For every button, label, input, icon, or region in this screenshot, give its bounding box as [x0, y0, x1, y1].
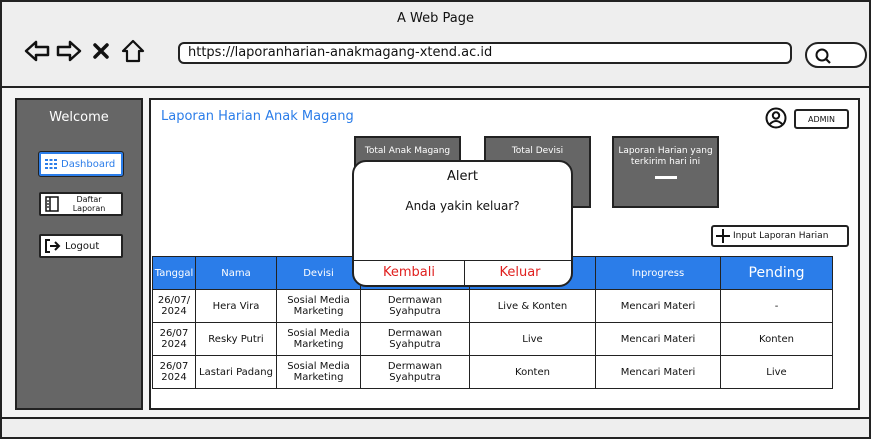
table-cell: 26/07/ 2024: [152, 289, 196, 323]
sidebar-item-label: Logout: [65, 240, 100, 252]
dialog-message: Anda yakin keluar?: [405, 199, 520, 213]
column-header: Inprogress: [595, 256, 721, 290]
list-icon: [45, 196, 59, 212]
input-laporan-button[interactable]: Input Laporan Harian: [711, 225, 849, 247]
sidebar-item-label: Dashboard: [61, 158, 116, 170]
browser-window: A Web Page https://laporanharian-anakmag…: [0, 0, 871, 439]
sidebar-item-daftar-laporan[interactable]: Daftar Laporan: [39, 192, 123, 216]
home-icon[interactable]: [120, 38, 146, 64]
table-row[interactable]: 26/07 2024 Resky Putri Sosial Media Mark…: [152, 322, 833, 356]
table-row[interactable]: 26/07/ 2024 Hera Vira Sosial Media Marke…: [152, 289, 833, 323]
table-cell: Sosial Media Marketing: [276, 355, 361, 389]
table-cell: Sosial Media Marketing: [276, 322, 361, 356]
sidebar-item-logout[interactable]: Logout: [39, 234, 123, 258]
plus-icon: [716, 229, 730, 243]
stat-label: Total Anak Magang: [364, 146, 451, 156]
sidebar-item-dashboard[interactable]: Dashboard: [38, 151, 124, 177]
browser-search-button[interactable]: [805, 42, 867, 68]
table-cell: 26/07 2024: [152, 355, 196, 389]
column-header: Nama: [195, 256, 277, 290]
table-cell: Mencari Materi: [595, 355, 721, 389]
dialog-button-divider: [464, 260, 465, 287]
column-header: Devisi: [276, 256, 361, 290]
browser-titlebar: A Web Page https://laporanharian-anakmag…: [2, 2, 869, 88]
column-header: Pending: [720, 256, 833, 290]
table-cell: 26/07 2024: [152, 322, 196, 356]
user-avatar-icon[interactable]: [765, 107, 787, 129]
table-cell: Sosial Media Marketing: [276, 289, 361, 323]
stat-value-placeholder: [654, 176, 677, 179]
column-header: Tanggal: [152, 256, 196, 290]
table-cell: Live & Konten: [469, 289, 596, 323]
forward-icon[interactable]: [56, 38, 82, 64]
back-icon[interactable]: [24, 38, 50, 64]
table-cell: Mencari Materi: [595, 289, 721, 323]
table-cell: Lastari Padang: [195, 355, 277, 389]
table-row[interactable]: 26/07 2024 Lastari Padang Sosial Media M…: [152, 355, 833, 389]
table-cell: Dermawan Syahputra: [360, 289, 470, 323]
dialog-divider: [354, 260, 571, 261]
dialog-cancel-button[interactable]: Kembali: [356, 265, 462, 280]
logout-icon: [45, 239, 61, 253]
table-cell: Live: [720, 355, 833, 389]
sidebar-item-label: Daftar Laporan: [72, 195, 106, 213]
nav-controls: [24, 38, 146, 64]
sidebar-title: Welcome: [49, 110, 109, 125]
search-icon: [815, 48, 831, 64]
stat-label: Total Devisi: [511, 146, 564, 156]
close-icon[interactable]: [88, 38, 114, 64]
logout-alert-dialog: Alert Anda yakin keluar? Kembali Keluar: [352, 160, 573, 287]
sidebar: Welcome Dashboard Daftar Laporan Logout: [15, 98, 143, 410]
admin-button[interactable]: ADMIN: [794, 109, 849, 129]
grid-icon: [45, 159, 57, 169]
table-cell: Dermawan Syahputra: [360, 355, 470, 389]
table-cell: Mencari Materi: [595, 322, 721, 356]
window-title: A Web Page: [397, 11, 474, 26]
table-cell: Resky Putri: [195, 322, 277, 356]
address-bar[interactable]: https://laporanharian-anakmagang-xtend.a…: [178, 42, 792, 64]
dialog-confirm-button[interactable]: Keluar: [467, 265, 573, 280]
table-cell: -: [720, 289, 833, 323]
browser-statusbar: [2, 417, 869, 437]
table-cell: Konten: [720, 322, 833, 356]
table-cell: Live: [469, 322, 596, 356]
dialog-title: Alert: [447, 169, 478, 184]
table-cell: Dermawan Syahputra: [360, 322, 470, 356]
table-cell: Konten: [469, 355, 596, 389]
table-cell: Hera Vira: [195, 289, 277, 323]
stat-laporan-terkirim: Laporan Harian yang terkirim hari ini: [612, 136, 719, 208]
page-title: Laporan Harian Anak Magang: [161, 109, 354, 124]
input-laporan-label: Input Laporan Harian: [733, 231, 829, 241]
stat-label: Laporan Harian yang terkirim hari ini: [618, 146, 713, 167]
